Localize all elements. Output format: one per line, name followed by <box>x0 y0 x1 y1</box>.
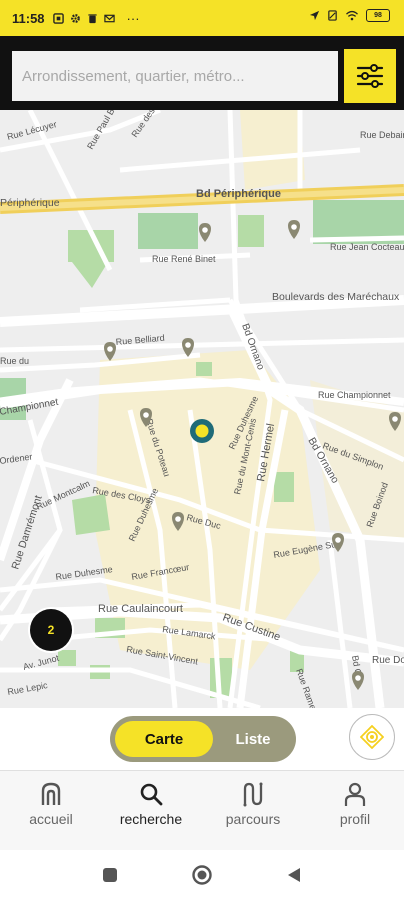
cluster-marker[interactable]: 2 <box>30 609 72 651</box>
street-label: Rue René Binet <box>152 254 216 264</box>
street-label: Rue des Rosiers <box>129 110 176 139</box>
view-toggle: Carte Liste <box>110 716 296 762</box>
user-icon <box>344 782 366 806</box>
poi-pin[interactable] <box>199 223 211 242</box>
more-dots-icon: ··· <box>126 10 140 26</box>
recents-icon[interactable] <box>101 866 119 884</box>
nav-label: parcours <box>225 811 281 827</box>
street-label: Rue Debain <box>360 130 404 140</box>
search-header <box>0 36 404 110</box>
poi-pin[interactable] <box>352 671 364 690</box>
location-icon <box>309 10 320 21</box>
map-view[interactable]: Périphérique Bd Périphérique Rue René Bi… <box>0 110 404 708</box>
street-label: Rue Paul Bert <box>85 110 122 151</box>
status-bar: 11:58 ··· 98 <box>0 0 404 36</box>
street-label: Rue Lepic <box>7 680 49 697</box>
street-label: Périphérique <box>0 197 60 209</box>
mail-icon <box>103 14 115 22</box>
street-label: Rue Doudeauville <box>372 655 404 666</box>
sim-icon <box>52 12 64 24</box>
gear-icon <box>70 13 80 23</box>
no-sim-icon <box>328 10 337 21</box>
system-nav-bar <box>0 850 404 900</box>
nav-parcours[interactable]: parcours <box>208 781 298 827</box>
street-label: Rue Championnet <box>318 390 391 400</box>
street-label: Rue Jean Cocteau <box>330 242 404 252</box>
locate-button[interactable] <box>349 714 395 760</box>
street-label: Boulevards des Maréchaux <box>272 291 400 303</box>
filter-button[interactable] <box>344 49 396 103</box>
status-time: 11:58 <box>12 10 45 26</box>
map-view-button[interactable]: Carte <box>115 721 213 757</box>
search-icon <box>140 783 163 806</box>
nav-label: recherche <box>119 811 183 827</box>
nav-label: accueil <box>29 811 73 827</box>
current-location-marker[interactable] <box>190 419 214 443</box>
nav-accueil[interactable]: accueil <box>6 781 96 827</box>
route-icon <box>243 782 263 807</box>
nav-label: profil <box>339 811 371 827</box>
list-view-button[interactable]: Liste <box>213 721 293 757</box>
nav-profil[interactable]: profil <box>310 781 400 827</box>
bottom-nav: accueil recherche parcours profil <box>0 770 404 851</box>
search-input[interactable] <box>12 51 338 101</box>
home-circle-icon[interactable] <box>191 864 213 886</box>
battery-icon: 98 <box>366 9 390 22</box>
wifi-icon <box>346 10 358 21</box>
street-label: Rue Caulaincourt <box>98 603 183 615</box>
nav-recherche[interactable]: recherche <box>106 781 196 827</box>
trash-icon <box>87 13 97 23</box>
poi-pin[interactable] <box>288 220 300 239</box>
home-icon <box>41 782 61 805</box>
street-label: Bd Périphérique <box>196 188 281 200</box>
back-icon[interactable] <box>285 866 303 884</box>
street-label: Rue du <box>0 356 29 366</box>
poi-pin[interactable] <box>104 342 116 361</box>
street-label: Rue Ramey <box>294 667 320 708</box>
locate-icon <box>360 725 384 749</box>
sliders-icon <box>356 64 384 88</box>
